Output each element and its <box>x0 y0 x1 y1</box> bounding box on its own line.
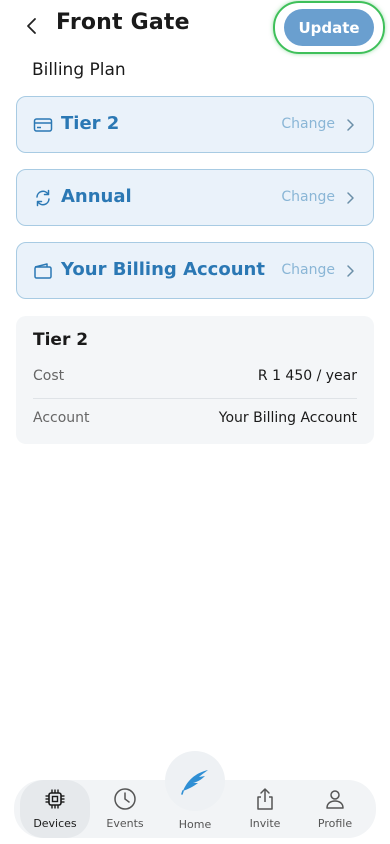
cost-label: Cost <box>33 368 65 384</box>
back-button[interactable] <box>20 12 44 40</box>
section-label: Billing Plan <box>32 60 126 80</box>
tab-devices[interactable]: Devices <box>20 780 90 838</box>
tab-label: Events <box>106 817 144 830</box>
plan-billing-period-option[interactable]: Annual Change <box>16 169 374 226</box>
tab-home[interactable] <box>165 751 225 811</box>
page-title: Front Gate <box>56 10 190 35</box>
option-label: Tier 2 <box>61 113 120 134</box>
account-value: Your Billing Account <box>218 410 357 426</box>
clock-icon <box>114 788 136 810</box>
person-icon <box>326 790 344 809</box>
wallet-icon <box>34 263 52 279</box>
update-button[interactable]: Update <box>284 9 374 46</box>
tab-invite[interactable]: Invite <box>230 780 300 838</box>
plan-billing-account-option[interactable]: Your Billing Account Change <box>16 242 374 299</box>
chevron-right-icon <box>347 192 354 204</box>
tab-label: Profile <box>317 817 353 830</box>
account-label: Account <box>33 410 90 426</box>
chip-icon <box>45 789 65 809</box>
change-link[interactable]: Change <box>281 189 335 205</box>
tab-label: Devices <box>33 817 77 830</box>
summary-row-account: Account Your Billing Account <box>33 410 357 430</box>
summary-row-cost: Cost R 1 450 / year <box>33 368 357 388</box>
chevron-right-icon <box>347 265 354 277</box>
chevron-left-icon <box>27 18 36 34</box>
divider <box>33 398 357 399</box>
refresh-icon <box>36 189 50 207</box>
tab-profile[interactable]: Profile <box>300 780 370 838</box>
change-link[interactable]: Change <box>281 262 335 278</box>
share-icon <box>257 788 273 810</box>
summary-title: Tier 2 <box>33 330 89 350</box>
brand-feather-icon <box>181 770 208 795</box>
tab-events[interactable]: Events <box>90 780 160 838</box>
update-button-highlight: Update <box>273 1 385 54</box>
plan-tier-option[interactable]: Tier 2 Change <box>16 96 374 153</box>
tab-home-label: Home <box>178 818 212 831</box>
credit-card-icon <box>33 118 53 132</box>
plan-summary-card: Tier 2 Cost R 1 450 / year Account Your … <box>16 316 374 444</box>
header: Front Gate Update <box>0 0 390 56</box>
tab-label: Invite <box>249 817 281 830</box>
chevron-right-icon <box>347 119 354 131</box>
cost-value: R 1 450 / year <box>257 368 357 384</box>
option-label: Annual <box>61 186 132 207</box>
change-link[interactable]: Change <box>281 116 335 132</box>
option-label: Your Billing Account <box>61 259 265 280</box>
